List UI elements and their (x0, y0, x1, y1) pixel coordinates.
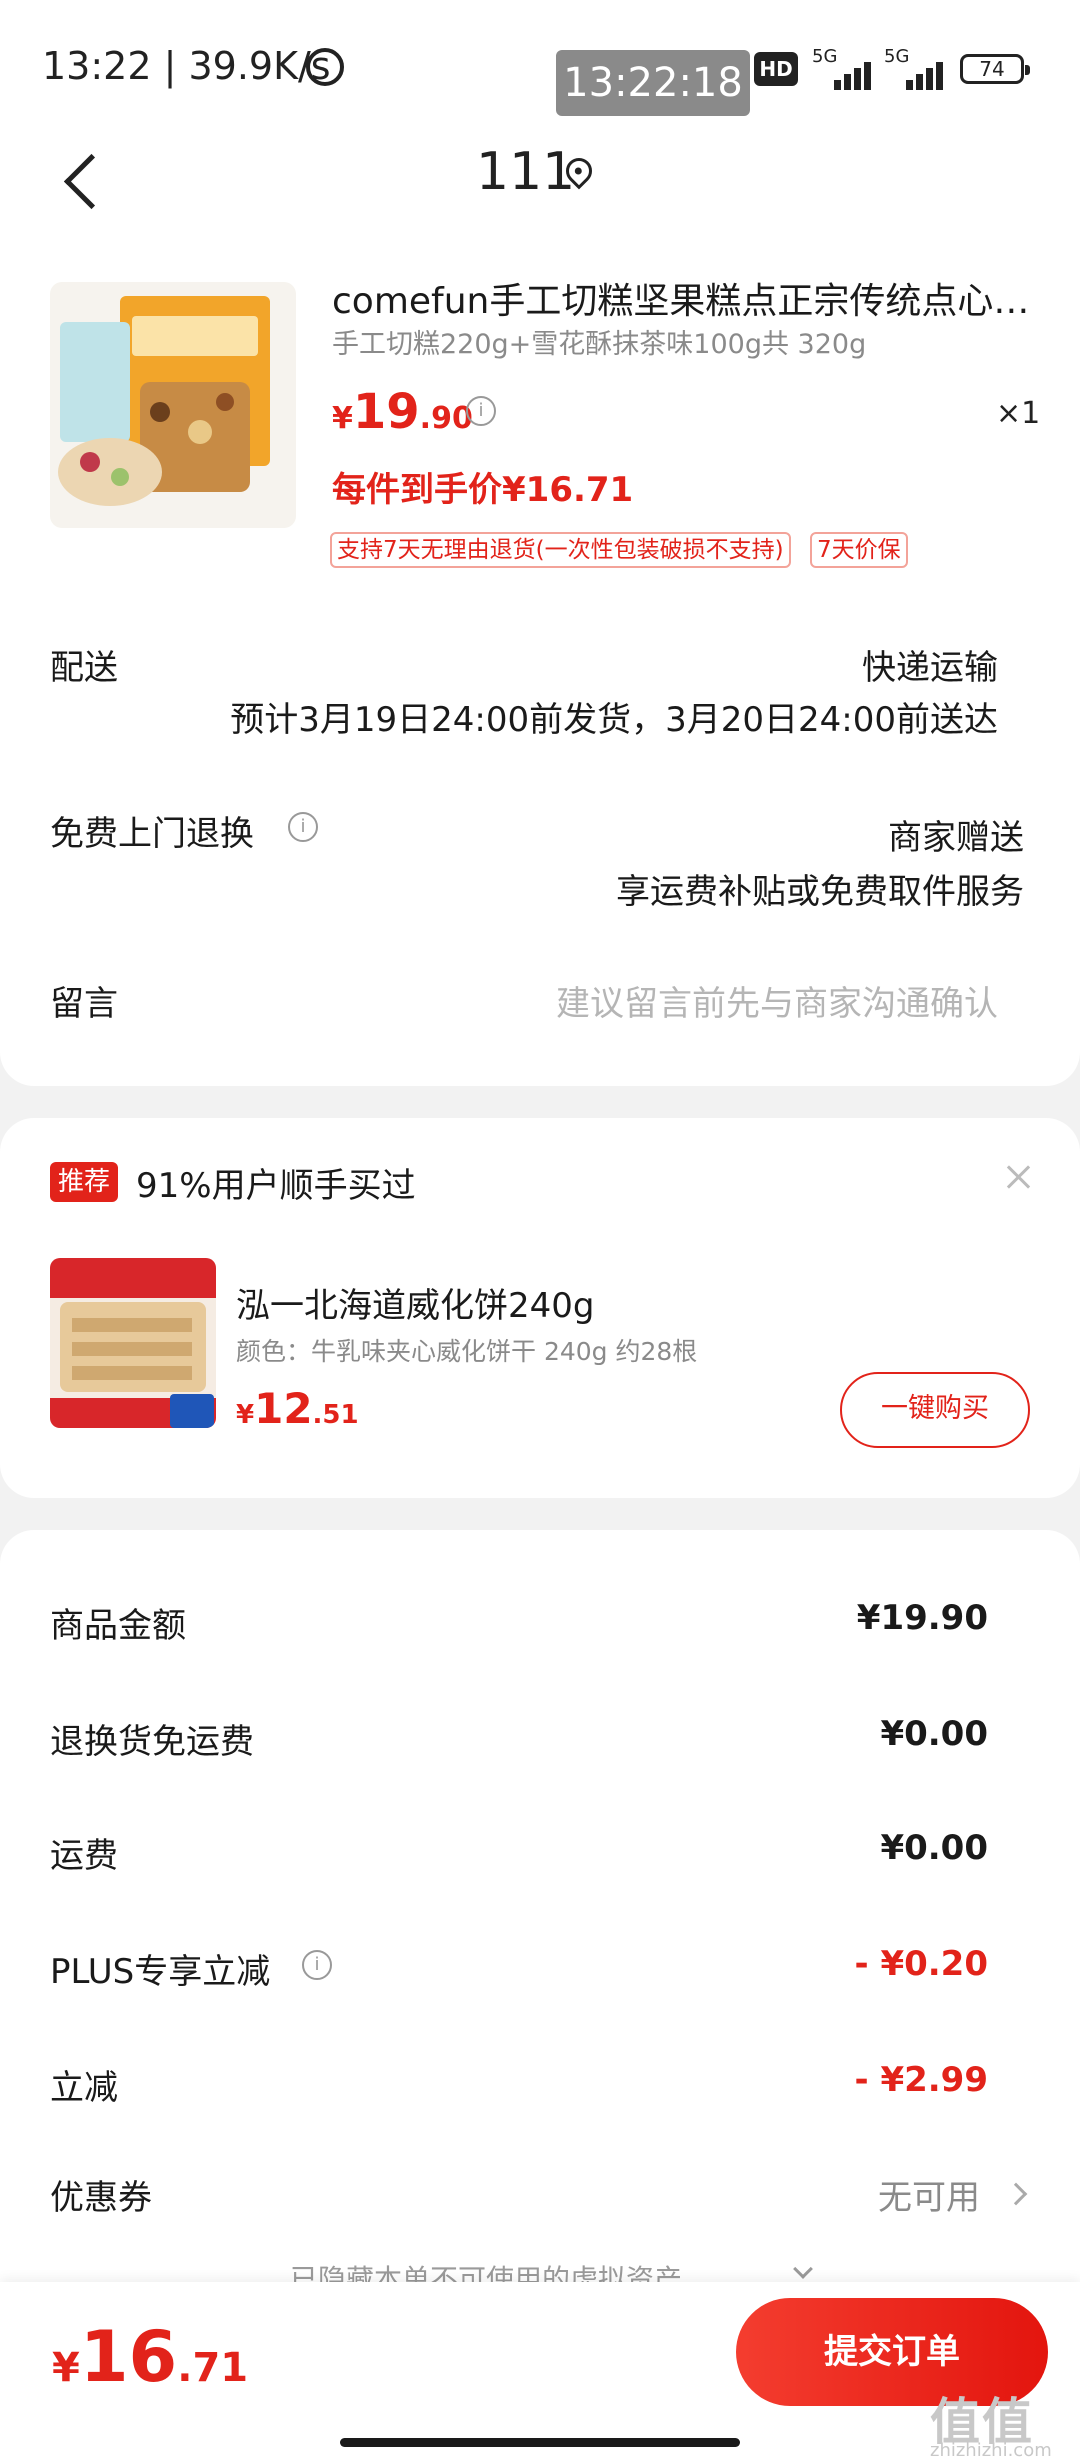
free-return-detail: 享运费补贴或免费取件服务 (616, 872, 1024, 912)
product-image[interactable] (50, 282, 296, 528)
return-freight-label: 退换货免运费 (50, 1722, 254, 1762)
recommendation-card: 推荐 91%用户顺手买过 泓一北海道威化饼240g 颜色：牛乳味夹心威化饼干 2… (0, 1118, 1080, 1498)
return-freight-value: ¥0.00 (880, 1714, 988, 1754)
back-icon[interactable] (58, 142, 108, 222)
price-symbol: ¥ (236, 1400, 255, 1430)
recommend-badge: 推荐 (50, 1162, 119, 1202)
plus-discount-value: - ¥0.20 (854, 1944, 989, 1984)
network-label: 5G (884, 46, 910, 67)
chevron-down-icon[interactable] (793, 2259, 813, 2279)
coupon-value[interactable]: 无可用 (878, 2170, 980, 2219)
status-time: 13:22 | 39.9K/s (42, 44, 331, 88)
product-title[interactable]: comefun手工切糕坚果糕点正宗传统点心… (332, 272, 1032, 324)
subtotal-value: ¥19.90 (856, 1598, 988, 1638)
recommend-product-spec: 颜色：牛乳味夹心威化饼干 240g 约28根 (236, 1337, 698, 1366)
price-protect-tag: 7天价保 (810, 532, 908, 568)
return-policy-tag: 支持7天无理由退货(一次性包装破损不支持) (330, 532, 791, 568)
total-decimal: .71 (177, 2345, 249, 2391)
instant-discount-value: - ¥2.99 (854, 2060, 989, 2100)
free-return-info-icon[interactable]: i (288, 812, 318, 842)
subtotal-label: 商品金额 (50, 1606, 186, 1646)
recommend-price: ¥12.51 (236, 1384, 359, 1433)
signal-icon: 5G (812, 46, 878, 90)
final-unit-price: 每件到手价¥16.71 (332, 470, 634, 510)
recommend-product-name[interactable]: 泓一北海道威化饼240g (236, 1278, 594, 1327)
product-price: ¥19.90 (332, 384, 473, 440)
price-symbol: ¥ (332, 401, 353, 436)
total-integer: 16 (79, 2316, 178, 2398)
free-return-value: 商家赠送 (888, 818, 1024, 858)
total-symbol: ¥ (52, 2345, 80, 2391)
hd-icon: HD (754, 52, 798, 86)
shipping-label: 运费 (50, 1836, 118, 1876)
delivery-label: 配送 (50, 648, 118, 688)
signal-icon: 5G (884, 46, 950, 90)
delivery-method[interactable]: 快递运输 (862, 640, 998, 689)
page-header: 111 (0, 130, 1080, 250)
plus-info-icon[interactable]: i (302, 1950, 332, 1980)
message-input[interactable]: 建议留言前先与商家沟通确认 (556, 976, 998, 1025)
coupon-label: 优惠券 (50, 2178, 152, 2218)
status-bar: 13:22 | 39.9K/s 13:22:18 HD 5G 5G 74 (0, 0, 1080, 130)
overlay-clock: 13:22:18 (556, 50, 750, 116)
one-click-buy-button[interactable]: 一键购买 (840, 1372, 1030, 1448)
price-integer: 19 (352, 384, 420, 440)
address-title[interactable]: 111 (476, 142, 575, 202)
order-total: ¥16.71 (52, 2316, 248, 2398)
watermark-url: zhizhizhi.com (930, 2440, 1052, 2460)
plus-discount-label: PLUS专享立减 (50, 1952, 271, 1992)
home-indicator[interactable] (340, 2438, 740, 2447)
price-integer: 12 (254, 1384, 313, 1433)
delivery-estimate: 预计3月19日24:00前发货，3月20日24:00前送达 (230, 700, 998, 740)
order-card: comefun手工切糕坚果糕点正宗传统点心… 手工切糕220g+雪花酥抹茶味10… (0, 250, 1080, 1086)
recommend-title: 91%用户顺手买过 (136, 1166, 416, 1206)
free-return-label: 免费上门退换 (50, 814, 254, 854)
checkout-bar: ¥16.71 提交订单 值值值 zhizhizhi.com (0, 2282, 1080, 2460)
alarm-icon (306, 48, 344, 86)
price-decimal: .51 (312, 1400, 359, 1430)
price-decimal: .90 (419, 401, 473, 436)
recommend-product-image[interactable] (50, 1258, 216, 1428)
close-icon[interactable] (1004, 1162, 1034, 1192)
shipping-value: ¥0.00 (880, 1828, 988, 1868)
instant-discount-label: 立减 (50, 2068, 118, 2108)
chevron-right-icon[interactable] (1004, 2182, 1028, 2206)
product-quantity: ×1 (996, 396, 1041, 431)
message-label: 留言 (50, 984, 118, 1024)
product-spec: 手工切糕220g+雪花酥抹茶味100g共 320g (332, 329, 867, 360)
battery-icon: 74 (960, 54, 1030, 84)
network-label: 5G (812, 46, 838, 67)
price-info-icon[interactable]: i (466, 396, 496, 426)
